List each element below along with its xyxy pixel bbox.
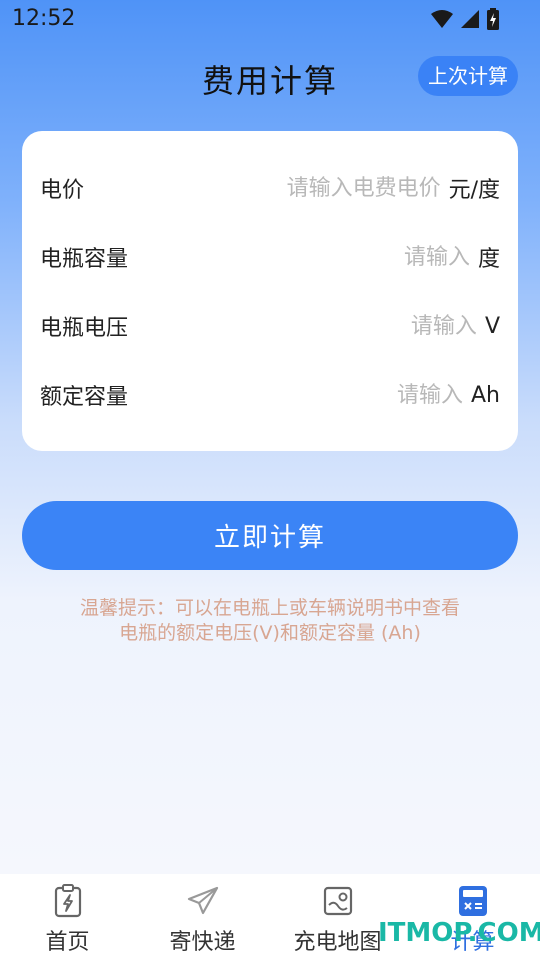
price-input[interactable] — [84, 175, 449, 201]
calculator-icon — [456, 884, 490, 918]
paper-plane-icon — [186, 884, 220, 918]
capacity-input[interactable] — [128, 244, 478, 270]
rated-capacity-label: 额定容量 — [40, 385, 129, 410]
battery-icon — [486, 8, 500, 30]
voltage-label: 电瓶电压 — [40, 316, 129, 341]
form-row-rated-capacity: 额定容量 Ah — [40, 375, 500, 415]
form-card: 电价 元/度 电瓶容量 度 电瓶电压 V 额定容量 Ah — [22, 131, 518, 451]
tip-line-1: 温馨提示：可以在电瓶上或车辆说明书中查看 — [79, 597, 460, 619]
tab-express[interactable]: 寄快递 — [135, 874, 270, 960]
price-unit: 元/度 — [448, 178, 500, 203]
form-row-voltage: 电瓶电压 V — [40, 306, 500, 346]
form-row-price: 电价 元/度 — [40, 168, 500, 208]
map-icon — [321, 884, 355, 918]
voltage-input[interactable] — [128, 313, 485, 339]
tab-express-label: 寄快递 — [169, 930, 236, 955]
capacity-unit: 度 — [477, 247, 500, 272]
tab-home-label: 首页 — [45, 930, 90, 955]
rated-capacity-input[interactable] — [128, 382, 471, 408]
calculate-button[interactable]: 立即计算 — [22, 501, 518, 570]
status-icons — [430, 8, 500, 30]
rated-capacity-unit: Ah — [471, 382, 500, 408]
cell-signal-icon — [460, 9, 480, 29]
status-time: 12:52 — [12, 6, 76, 31]
header: 费用计算 上次计算 — [0, 48, 540, 104]
voltage-unit: V — [484, 313, 500, 339]
clipboard-bolt-icon — [51, 884, 85, 918]
status-bar: 12:52 — [0, 0, 540, 38]
wifi-icon — [430, 9, 454, 29]
history-button[interactable]: 上次计算 — [418, 56, 518, 96]
capacity-label: 电瓶容量 — [40, 247, 129, 272]
tip-line-2: 电瓶的额定电压(V)和额定容量 (Ah) — [119, 622, 421, 644]
form-row-capacity: 电瓶容量 度 — [40, 237, 500, 277]
price-label: 电价 — [40, 178, 85, 203]
tab-home[interactable]: 首页 — [0, 874, 135, 960]
watermark: ITMOP.COM — [378, 918, 540, 948]
tip-text: 温馨提示：可以在电瓶上或车辆说明书中查看 电瓶的额定电压(V)和额定容量 (Ah… — [40, 596, 500, 646]
tab-charging-map-label: 充电地图 — [293, 930, 382, 955]
